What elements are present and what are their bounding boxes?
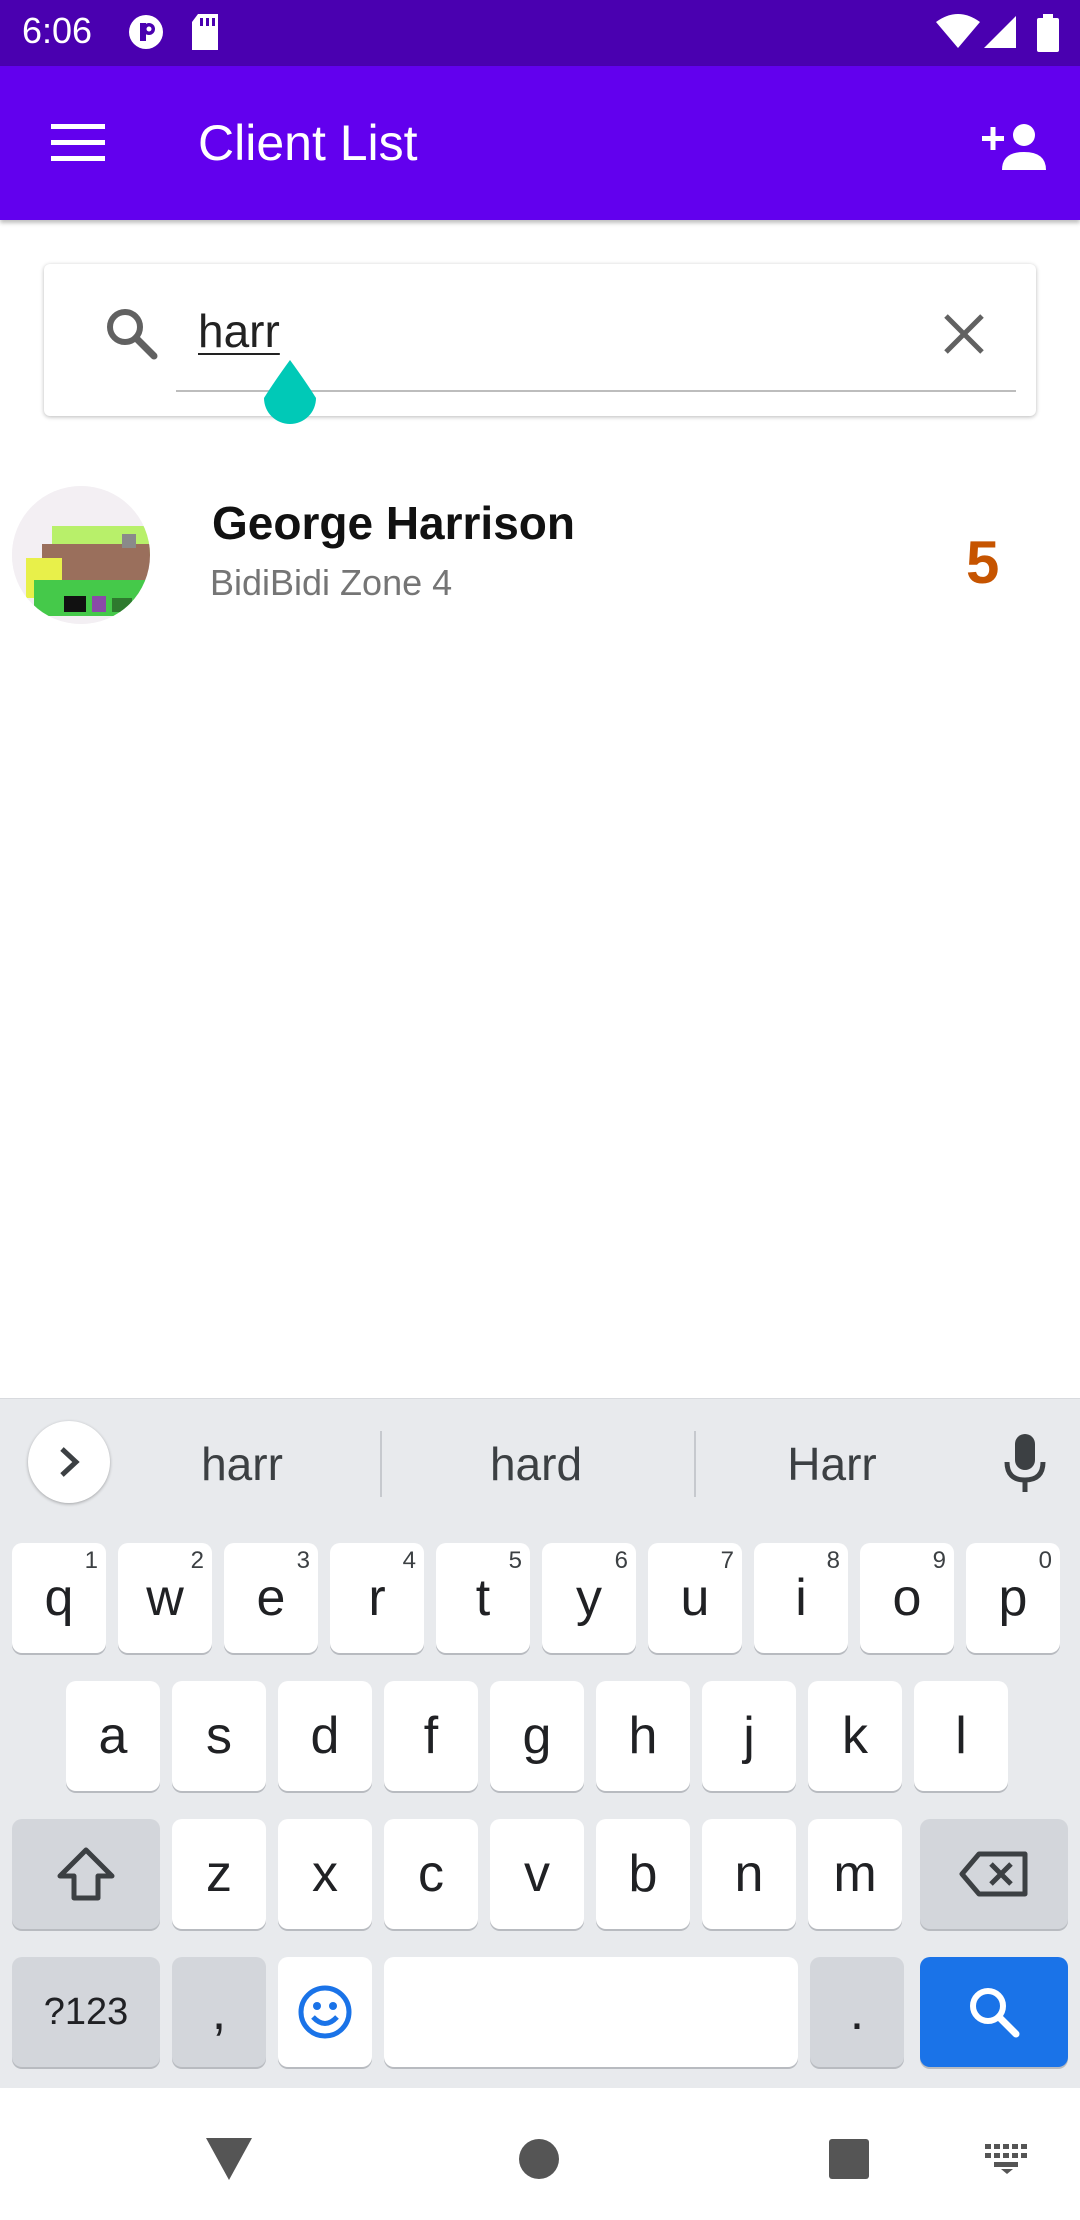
key-j[interactable]: j bbox=[702, 1681, 796, 1791]
emoji-key[interactable] bbox=[278, 1957, 372, 2067]
emoji-icon bbox=[298, 1985, 352, 2039]
shift-icon bbox=[57, 1847, 115, 1901]
suggestion-divider bbox=[380, 1431, 382, 1497]
suggestion-1[interactable]: harr bbox=[132, 1429, 352, 1499]
key-r[interactable]: r4 bbox=[330, 1543, 424, 1653]
signal-icon bbox=[984, 16, 1016, 48]
chevron-right-icon bbox=[60, 1447, 80, 1477]
key-v[interactable]: v bbox=[490, 1819, 584, 1929]
backspace-key[interactable] bbox=[920, 1819, 1068, 1929]
add-client-button[interactable] bbox=[966, 106, 1062, 186]
battery-icon bbox=[1037, 14, 1059, 52]
key-n[interactable]: n bbox=[702, 1819, 796, 1929]
search-action-icon bbox=[970, 1988, 1020, 2038]
key-z[interactable]: z bbox=[172, 1819, 266, 1929]
search-icon bbox=[107, 309, 158, 360]
clear-search-button[interactable] bbox=[928, 298, 1000, 370]
key-g[interactable]: g bbox=[490, 1681, 584, 1791]
key-y[interactable]: y6 bbox=[542, 1543, 636, 1653]
search-card bbox=[44, 264, 1036, 416]
symbols-key[interactable]: ?123 bbox=[12, 1957, 160, 2067]
app-notification-icon bbox=[129, 15, 163, 49]
menu-button[interactable] bbox=[30, 110, 126, 176]
status-time: 6:06 bbox=[22, 10, 93, 51]
status-bar: 6:06 bbox=[0, 0, 1080, 66]
text-cursor-handle[interactable] bbox=[262, 358, 318, 428]
suggestion-3[interactable]: Harr bbox=[722, 1429, 942, 1499]
recents-button[interactable] bbox=[804, 2114, 894, 2204]
key-q[interactable]: q1 bbox=[12, 1543, 106, 1653]
key-w[interactable]: w2 bbox=[118, 1543, 212, 1653]
key-o[interactable]: o9 bbox=[860, 1543, 954, 1653]
suggestion-expand-button[interactable] bbox=[28, 1421, 110, 1503]
back-button[interactable] bbox=[184, 2114, 274, 2204]
key-u[interactable]: u7 bbox=[648, 1543, 742, 1653]
key-x[interactable]: x bbox=[278, 1819, 372, 1929]
key-k[interactable]: k bbox=[808, 1681, 902, 1791]
add-person-icon bbox=[982, 124, 1046, 170]
backspace-icon bbox=[959, 1851, 1028, 1897]
system-nav-bar bbox=[0, 2088, 1080, 2220]
key-f[interactable]: f bbox=[384, 1681, 478, 1791]
key-h[interactable]: h bbox=[596, 1681, 690, 1791]
key-l[interactable]: l bbox=[914, 1681, 1008, 1791]
home-icon bbox=[519, 2139, 559, 2179]
key-a[interactable]: a bbox=[66, 1681, 160, 1791]
client-zone: BidiBidi Zone 4 bbox=[210, 562, 453, 603]
comma-key[interactable]: , bbox=[172, 1957, 266, 2067]
key-b[interactable]: b bbox=[596, 1819, 690, 1929]
key-d[interactable]: d bbox=[278, 1681, 372, 1791]
shift-key[interactable] bbox=[12, 1819, 160, 1929]
page-title: Client List bbox=[198, 115, 418, 171]
avatar bbox=[12, 486, 150, 624]
close-icon bbox=[944, 314, 984, 354]
keyboard-switch-button[interactable] bbox=[962, 2114, 1052, 2204]
search-input[interactable] bbox=[198, 300, 898, 362]
app-bar: Client List bbox=[0, 66, 1080, 220]
key-c[interactable]: c bbox=[384, 1819, 478, 1929]
key-i[interactable]: i8 bbox=[754, 1543, 848, 1653]
recents-icon bbox=[829, 2139, 869, 2179]
key-s[interactable]: s bbox=[172, 1681, 266, 1791]
key-t[interactable]: t5 bbox=[436, 1543, 530, 1653]
suggestion-2[interactable]: hard bbox=[426, 1429, 646, 1499]
client-name: George Harrison bbox=[212, 497, 575, 549]
back-icon bbox=[206, 2138, 252, 2180]
mic-icon bbox=[1004, 1434, 1046, 1492]
search-action-key[interactable] bbox=[920, 1957, 1068, 2067]
wifi-icon bbox=[936, 14, 980, 48]
suggestion-divider bbox=[694, 1431, 696, 1497]
sd-card-icon bbox=[192, 14, 218, 50]
soft-keyboard: harr hard Harr q1 w2 e3 r4 t5 y6 u7 i8 o… bbox=[0, 1398, 1080, 2089]
menu-icon bbox=[51, 124, 105, 161]
period-key[interactable]: . bbox=[810, 1957, 904, 2067]
voice-input-button[interactable] bbox=[990, 1429, 1060, 1499]
key-p[interactable]: p0 bbox=[966, 1543, 1060, 1653]
keyboard-switch-icon bbox=[985, 2144, 1027, 2174]
key-m[interactable]: m bbox=[808, 1819, 902, 1929]
home-button[interactable] bbox=[494, 2114, 584, 2204]
space-key[interactable] bbox=[384, 1957, 798, 2067]
client-count-badge: 5 bbox=[966, 529, 1000, 596]
list-item[interactable]: George Harrison BidiBidi Zone 4 5 bbox=[0, 470, 1080, 640]
key-e[interactable]: e3 bbox=[224, 1543, 318, 1653]
